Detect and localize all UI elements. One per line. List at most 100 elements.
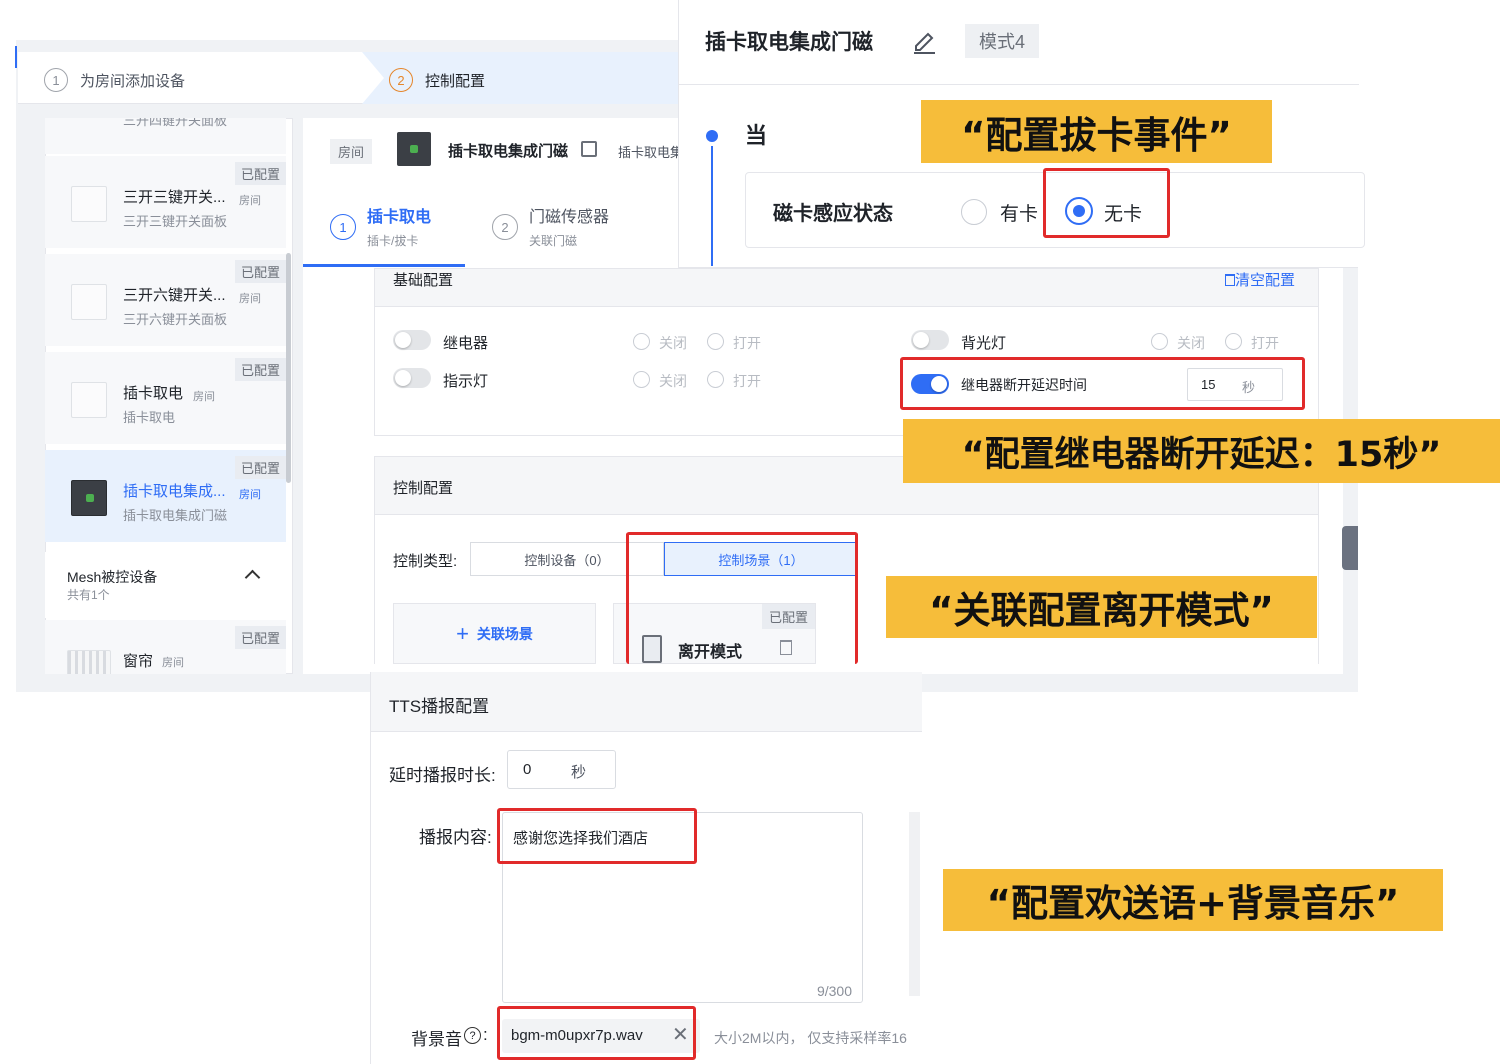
device-item-card-power[interactable]: 已配置 插卡取电 房间 插卡取电	[45, 352, 286, 444]
device-type: 插卡取电	[123, 410, 176, 425]
relay-row: 继电器 关闭 打开	[393, 330, 873, 354]
tts-delay-value: 0	[523, 761, 532, 778]
basic-config-title: 基础配置	[393, 272, 454, 289]
card-state-label: 磁卡感应状态	[773, 203, 893, 225]
device-name: 窗帘	[123, 653, 154, 670]
configured-badge: 已配置	[234, 456, 286, 479]
switch-panel-icon	[71, 186, 107, 222]
device-thumbnail	[397, 132, 431, 166]
backlight-on-radio[interactable]	[1225, 333, 1242, 350]
clear-config-label: 清空配置	[1235, 272, 1296, 289]
wizard-step-2[interactable]: 2 控制配置	[389, 68, 485, 92]
bgm-label: 背景音	[411, 1030, 462, 1049]
configured-badge: 已配置	[234, 358, 286, 381]
step-1-number: 1	[44, 68, 68, 92]
device-name: 三开六键开关...	[123, 287, 226, 304]
add-scene-label: 关联场景	[476, 625, 533, 642]
mesh-title: Mesh被控设备	[67, 569, 158, 585]
indicator-row: 指示灯 关闭 打开	[393, 368, 873, 392]
tab-door-sensor[interactable]: 2 门磁传感器 关联门磁	[492, 198, 672, 258]
tts-delay-input[interactable]: 0 秒	[507, 750, 616, 789]
configured-badge: 已配置	[234, 260, 286, 283]
list-scrollbar[interactable]	[286, 253, 291, 483]
curtain-icon	[67, 650, 111, 674]
help-icon[interactable]: ?	[464, 1027, 481, 1044]
backlight-row: 背光灯 关闭 打开	[911, 330, 1311, 354]
callout-relay-delay: “配置继电器断开延迟：15秒”	[903, 419, 1500, 483]
device-extra-label: 插卡取电集	[618, 145, 684, 160]
card-switch-icon	[71, 382, 107, 418]
panel-divider	[679, 84, 1359, 85]
tab-card-power[interactable]: 1 插卡取电 插卡/拔卡	[330, 198, 480, 258]
device-item-6key[interactable]: 已配置 三开六键开关... 房间 三开六键开关面板	[45, 254, 286, 346]
room-tag: 房间	[330, 139, 373, 164]
tab-underline	[303, 264, 465, 267]
highlight-leave-scene	[626, 532, 858, 664]
relay-on-radio[interactable]	[707, 333, 724, 350]
callout-text: “关联配置离开模式”	[929, 589, 1274, 632]
chevron-up-icon[interactable]	[244, 569, 261, 586]
clear-config-link[interactable]: 清空配置	[1225, 269, 1295, 290]
tts-scrollbar[interactable]	[909, 812, 920, 996]
indicator-off-label: 关闭	[659, 373, 687, 389]
device-item-partial-name: 三开四键开关面板	[123, 118, 228, 128]
window-left-accent	[15, 46, 17, 68]
callout-unplug-event: “配置拔卡事件”	[921, 100, 1272, 163]
device-name: 插卡取电	[123, 385, 184, 402]
bgm-hint: 大小2M以内， 仅支持采样率16	[714, 1030, 907, 1046]
backlight-off-label: 关闭	[1177, 335, 1205, 351]
floating-tab[interactable]	[1342, 526, 1358, 570]
event-device-title: 插卡取电集成门磁	[705, 31, 873, 54]
device-item-partial[interactable]: 三开四键开关面板	[45, 118, 286, 154]
tab-subtitle: 插卡/拔卡	[367, 234, 419, 248]
device-type: 三开六键开关面板	[123, 312, 228, 327]
configured-badge: 已配置	[234, 626, 286, 649]
wizard-step-1[interactable]: 1 为房间添加设备	[44, 68, 185, 92]
device-header: 房间 插卡取电集成门磁 插卡取电集	[330, 132, 684, 168]
edit-icon[interactable]	[911, 28, 937, 54]
device-name: 插卡取电集成门磁	[448, 143, 569, 160]
relay-toggle[interactable]	[393, 330, 431, 350]
backlight-toggle[interactable]	[911, 330, 949, 350]
tts-content-label: 播报内容:	[419, 828, 492, 847]
edit-icon[interactable]	[581, 141, 597, 157]
plus-icon: +	[456, 620, 469, 646]
device-item-3key[interactable]: 已配置 三开三键开关... 房间 三开三键开关面板	[45, 156, 286, 248]
callout-welcome-music: “配置欢送语+背景音乐”	[943, 869, 1443, 931]
device-item-card-door-selected[interactable]: 已配置 插卡取电集成... 房间 插卡取电集成门磁	[45, 450, 286, 542]
indicator-label: 指示灯	[443, 373, 489, 390]
indicator-toggle[interactable]	[393, 368, 431, 388]
indicator-off-radio[interactable]	[633, 371, 650, 388]
step-1-label: 为房间添加设备	[80, 72, 186, 90]
mesh-group-header[interactable]: Mesh被控设备 共有1个	[45, 552, 286, 618]
relay-label: 继电器	[443, 335, 489, 352]
callout-leave-mode: “关联配置离开模式”	[886, 576, 1317, 638]
trash-icon	[1225, 274, 1235, 286]
relay-on-label: 打开	[733, 335, 761, 351]
room-tag: 房间	[239, 195, 261, 207]
timeline-line	[711, 146, 713, 266]
tts-delay-unit: 秒	[571, 764, 587, 781]
add-scene-card[interactable]: + 关联场景	[393, 603, 596, 664]
configured-badge: 已配置	[234, 162, 286, 185]
callout-text: “配置欢送语+背景音乐”	[986, 882, 1400, 925]
has-card-label: 有卡	[1000, 204, 1039, 225]
bgm-colon: :	[483, 1025, 488, 1044]
timeline-dot	[706, 130, 718, 142]
step-2-label: 控制配置	[425, 72, 486, 90]
tts-title: TTS播报配置	[389, 697, 490, 716]
has-card-radio[interactable]	[961, 199, 987, 225]
backlight-off-radio[interactable]	[1151, 333, 1168, 350]
mesh-count: 共有1个	[67, 588, 110, 602]
control-type-label: 控制类型:	[393, 553, 458, 570]
indicator-on-radio[interactable]	[707, 371, 724, 388]
device-item-curtain[interactable]: 已配置 窗帘 房间	[45, 620, 286, 674]
indicator-on-label: 打开	[733, 373, 761, 389]
relay-off-radio[interactable]	[633, 333, 650, 350]
device-type: 三开三键开关面板	[123, 214, 228, 229]
room-tag: 房间	[239, 293, 261, 305]
tab-number: 1	[330, 214, 356, 240]
tab-number: 2	[492, 214, 518, 240]
callout-text: “配置继电器断开延迟：15秒”	[961, 434, 1442, 475]
callout-text: “配置拔卡事件”	[961, 113, 1232, 157]
